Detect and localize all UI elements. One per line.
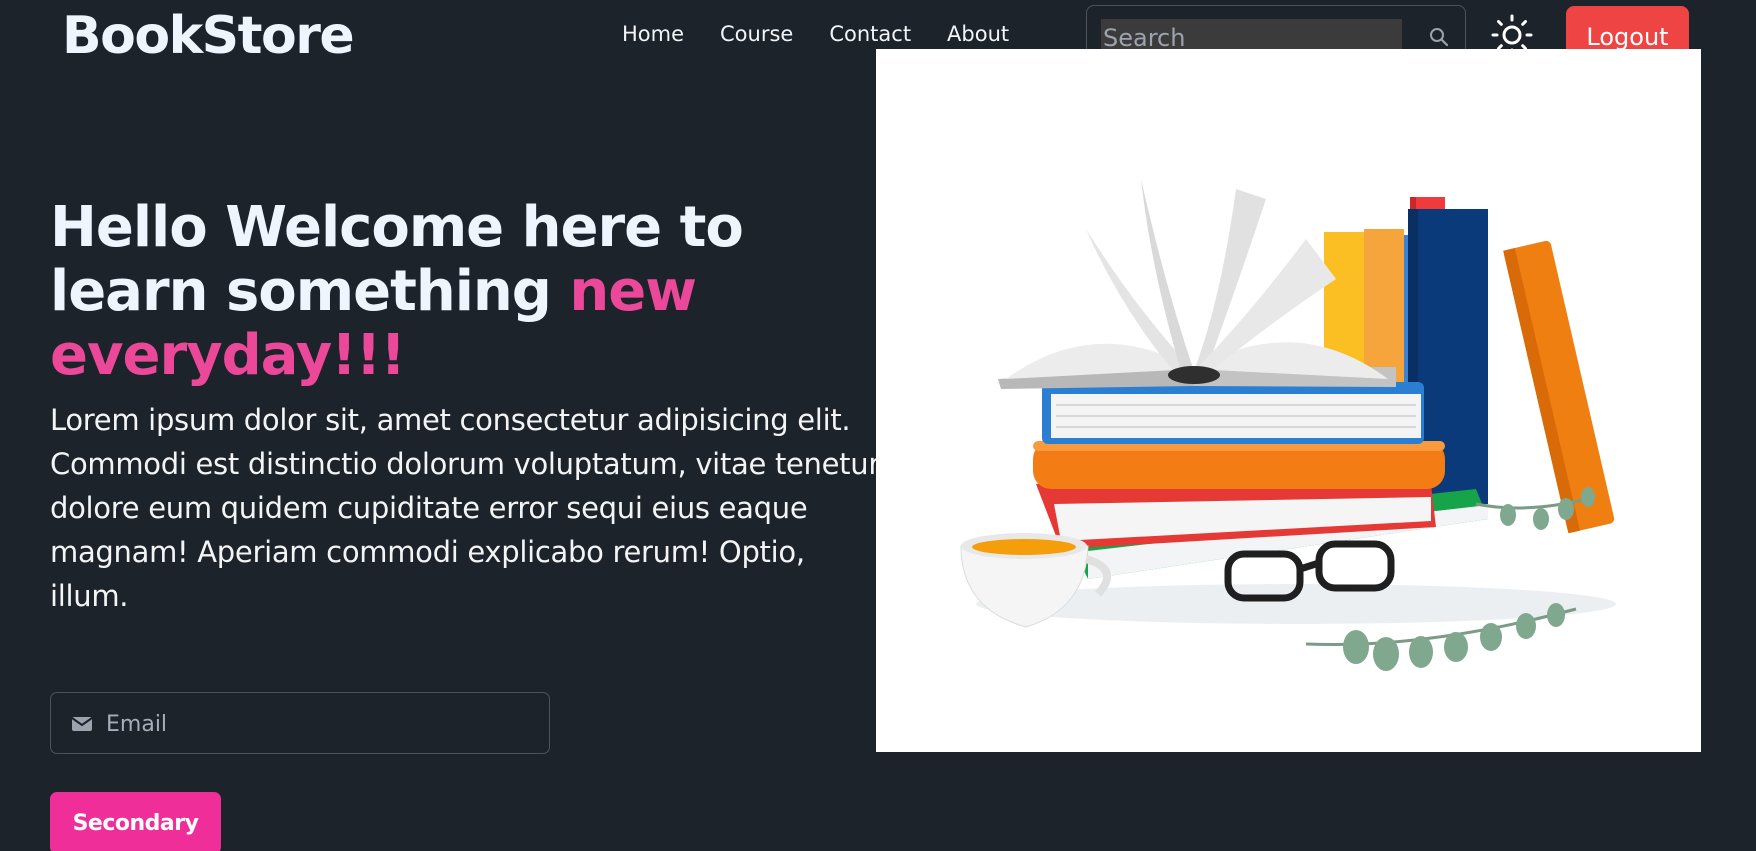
search-icon[interactable] — [1428, 26, 1450, 48]
books-illustration — [876, 49, 1701, 752]
email-field — [50, 692, 550, 754]
nav-link-course[interactable]: Course — [702, 20, 811, 48]
hero-description: Lorem ipsum dolor sit, amet consectetur … — [50, 403, 880, 613]
orange-standing-book — [1503, 240, 1615, 534]
blue-lying-book — [1042, 382, 1424, 444]
books-illustration-svg — [960, 179, 1616, 671]
secondary-button[interactable]: Secondary — [50, 792, 221, 851]
nav-link-contact[interactable]: Contact — [811, 20, 929, 48]
email-input[interactable] — [106, 705, 526, 743]
brand-logo[interactable]: BookStore — [62, 6, 355, 66]
main-nav: Home Course Contact About — [604, 20, 1027, 48]
nav-link-home[interactable]: Home — [604, 20, 702, 48]
envelope-icon — [71, 717, 93, 731]
nav-link-about[interactable]: About — [929, 20, 1027, 48]
hero-title: Hello Welcome here to learn something ne… — [50, 196, 880, 388]
